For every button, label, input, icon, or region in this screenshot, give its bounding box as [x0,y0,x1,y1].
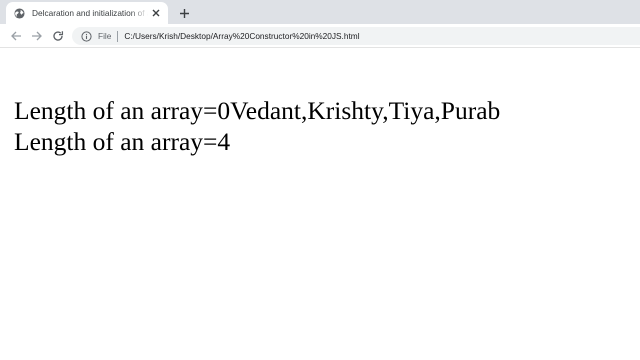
globe-icon [14,7,25,19]
browser-toolbar: File C:/Users/Krish/Desktop/Array%20Cons… [0,24,640,48]
output-line-1: Length of an array=0Vedant,Krishty,Tiya,… [14,96,501,125]
address-bar[interactable]: File C:/Users/Krish/Desktop/Array%20Cons… [72,27,640,45]
plus-icon [179,8,190,19]
reload-icon [52,30,64,42]
active-tab[interactable]: Delcaration and initialization of a [6,2,168,24]
scheme-label: File [98,31,112,41]
tab-strip: Delcaration and initialization of a [0,0,640,24]
back-button[interactable] [9,29,23,43]
forward-arrow-icon [31,30,43,42]
close-icon[interactable] [150,7,162,19]
new-tab-button[interactable] [176,5,192,21]
info-icon[interactable] [81,30,92,42]
output-line-2: Length of an array=4 [14,127,231,156]
url-text[interactable]: C:/Users/Krish/Desktop/Array%20Construct… [124,31,359,41]
reload-button[interactable] [51,29,65,43]
back-arrow-icon [10,30,22,42]
page-content: Length of an array=0Vedant,Krishty,Tiya,… [14,95,500,157]
address-separator [117,30,119,42]
tab-title: Delcaration and initialization of a [32,8,148,18]
forward-button[interactable] [30,29,44,43]
